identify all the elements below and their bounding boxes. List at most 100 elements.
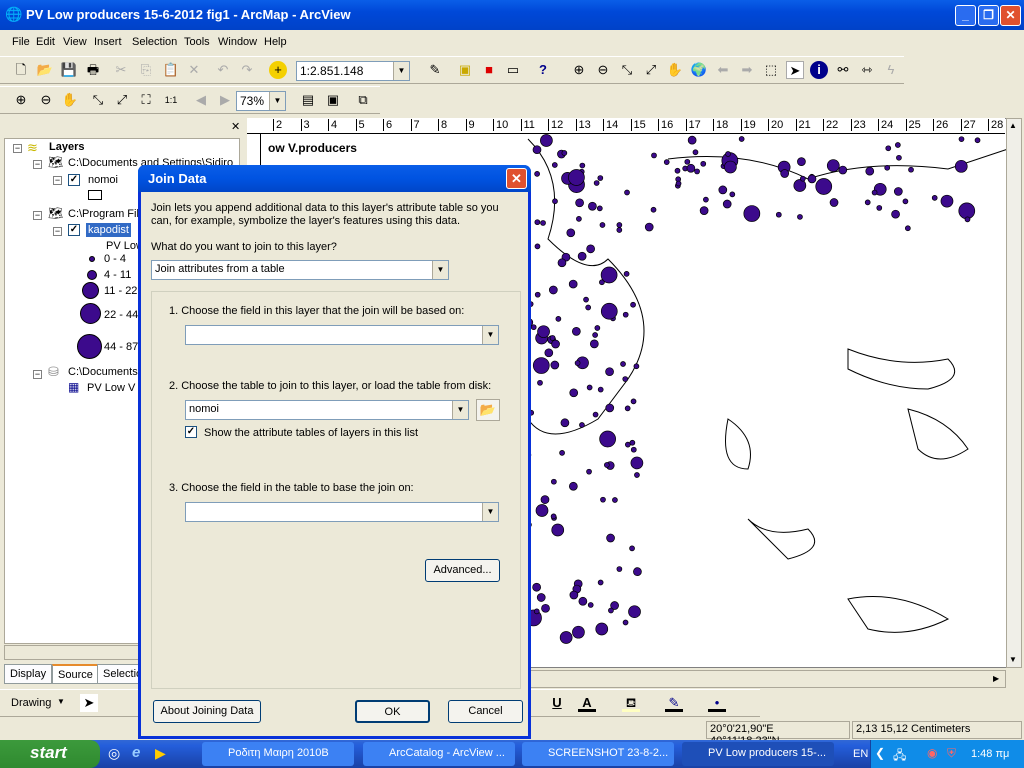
producer-point[interactable] — [622, 311, 629, 318]
task-word-document[interactable]: SCREENSHOT 23-8-2... — [522, 742, 674, 766]
advanced-button[interactable]: Advanced... — [425, 559, 500, 582]
marker-color-icon[interactable]: • — [708, 694, 726, 712]
producer-point[interactable] — [589, 339, 599, 349]
producer-point[interactable] — [864, 199, 871, 206]
producer-point[interactable] — [551, 523, 565, 537]
layout-zoom-in-icon[interactable]: ⊕ — [12, 91, 30, 109]
menu-edit[interactable]: Edit — [36, 36, 55, 48]
producer-point[interactable] — [644, 222, 654, 232]
previous-extent-icon[interactable]: ◀ — [192, 91, 210, 109]
producer-point[interactable] — [575, 198, 584, 208]
producer-point[interactable] — [606, 533, 615, 543]
fixed-zoom-in-icon[interactable]: ⤡ — [618, 61, 636, 79]
producer-point[interactable] — [684, 158, 691, 165]
producer-point[interactable] — [893, 187, 903, 196]
producer-point[interactable] — [628, 605, 641, 619]
producer-point[interactable] — [633, 567, 642, 577]
producer-point[interactable] — [686, 163, 696, 173]
menu-tools[interactable]: Tools — [184, 36, 210, 48]
producer-point[interactable] — [674, 167, 681, 174]
chevron-down-icon[interactable]: ▼ — [269, 92, 285, 110]
producer-point[interactable] — [576, 216, 582, 222]
chevron-down-icon[interactable]: ▼ — [452, 401, 468, 419]
focus-data-frame-icon[interactable]: ▣ — [324, 91, 342, 109]
line-color-icon[interactable]: ✎ — [665, 694, 683, 712]
layer-field-select[interactable]: ▼ — [185, 325, 499, 345]
menu-selection[interactable]: Selection — [132, 36, 177, 48]
producer-point[interactable] — [964, 216, 971, 223]
layers-root[interactable]: Layers — [49, 141, 84, 153]
redo-icon[interactable]: ↷ — [238, 61, 256, 79]
save-icon[interactable]: 💾 — [60, 61, 78, 79]
producer-point[interactable] — [559, 631, 573, 644]
producer-point[interactable] — [534, 291, 541, 298]
measure-icon[interactable]: ⇿ — [858, 61, 876, 79]
menu-help[interactable]: Help — [264, 36, 287, 48]
producer-point[interactable] — [578, 596, 588, 606]
producer-point[interactable] — [629, 545, 635, 552]
producer-point[interactable] — [902, 198, 909, 205]
chevron-down-icon[interactable]: ▼ — [482, 326, 498, 344]
minimize-button[interactable]: _ — [955, 5, 976, 26]
polygon-symbol[interactable] — [88, 190, 102, 200]
producer-point[interactable] — [630, 446, 637, 453]
producer-point[interactable] — [551, 339, 560, 349]
select-elements-icon[interactable]: ➤ — [786, 61, 804, 79]
producer-point[interactable] — [594, 325, 601, 331]
producer-point[interactable] — [954, 159, 968, 173]
producer-point[interactable] — [896, 154, 902, 161]
antivirus-icon[interactable]: ◉ — [927, 746, 937, 760]
layer-kapodist[interactable]: kapodist — [86, 223, 131, 237]
legend-symbol[interactable] — [77, 334, 102, 359]
source-folder-3[interactable]: C:\Documents — [68, 366, 138, 378]
producer-point[interactable] — [597, 579, 604, 586]
producer-point[interactable] — [630, 456, 644, 470]
tab-display[interactable]: Display — [4, 664, 53, 684]
producer-point[interactable] — [537, 325, 550, 339]
producer-point[interactable] — [534, 171, 540, 177]
select-features-icon[interactable]: ⬚ — [762, 61, 780, 79]
producer-point[interactable] — [904, 225, 911, 232]
identify-icon[interactable]: i — [810, 61, 828, 79]
producer-point[interactable] — [724, 160, 737, 174]
producer-point[interactable] — [738, 136, 745, 142]
undo-icon[interactable]: ↶ — [214, 61, 232, 79]
producer-point[interactable] — [541, 603, 550, 613]
internet-explorer-icon[interactable]: e — [132, 744, 140, 761]
producer-point[interactable] — [612, 497, 618, 503]
show-attribute-tables-checkbox[interactable]: ✓ — [185, 426, 197, 438]
producer-point[interactable] — [535, 504, 549, 517]
menu-file[interactable]: File — [12, 36, 30, 48]
producer-point[interactable] — [826, 159, 840, 172]
map-scale-combo[interactable]: 1:2.851.148 ▼ — [296, 61, 410, 81]
legend-symbol[interactable] — [82, 282, 99, 299]
back-extent-icon[interactable]: ⬅ — [714, 61, 732, 79]
task-arcmap[interactable]: PV Low producers 15-... — [682, 742, 834, 766]
producer-point[interactable] — [596, 205, 603, 212]
map-horizontal-scrollbar[interactable]: ▶ — [530, 670, 1006, 688]
producer-point[interactable] — [532, 145, 542, 155]
task-folder[interactable]: Ροδιτη Μαιρη 2010B — [202, 742, 354, 766]
producer-point[interactable] — [633, 363, 640, 370]
fixed-zoom-out-icon[interactable]: ⤢ — [642, 61, 660, 79]
zoom-100-icon[interactable]: 1:1 — [162, 91, 180, 109]
whats-this-icon[interactable]: ? — [534, 61, 552, 79]
network-icon[interactable]: 🖧 — [893, 746, 906, 767]
producer-point[interactable] — [534, 219, 541, 226]
producer-point[interactable] — [616, 222, 623, 228]
join-type-select[interactable]: Join attributes from a table ▼ — [151, 260, 449, 280]
pan-icon[interactable]: ✋ — [666, 61, 684, 79]
producer-point[interactable] — [793, 179, 807, 192]
producer-point[interactable] — [550, 360, 560, 370]
producer-point[interactable] — [634, 472, 640, 478]
producer-point[interactable] — [616, 227, 623, 233]
producer-point[interactable] — [629, 439, 636, 446]
producer-point[interactable] — [797, 214, 803, 220]
producer-point[interactable] — [703, 196, 709, 203]
producer-point[interactable] — [552, 198, 558, 205]
cut-icon[interactable]: ✂ — [112, 61, 130, 79]
producer-point[interactable] — [588, 201, 597, 211]
cancel-button[interactable]: Cancel — [448, 700, 523, 723]
drawing-menu[interactable]: Drawing — [11, 697, 51, 709]
producer-point[interactable] — [871, 189, 878, 196]
